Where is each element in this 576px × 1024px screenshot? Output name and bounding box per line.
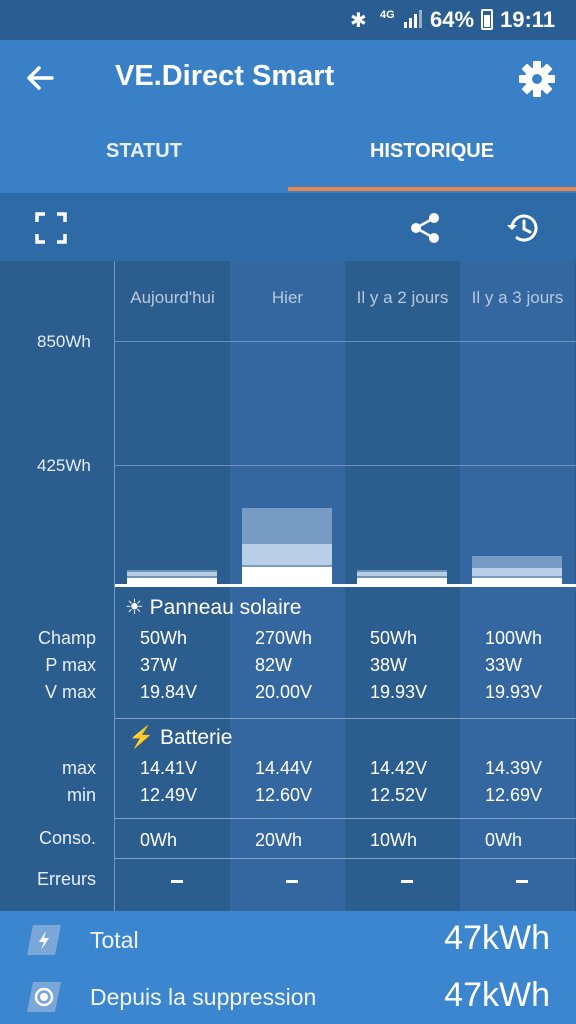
y-tick-label: 850Wh (37, 332, 91, 351)
gridline (115, 341, 576, 342)
cell-champ-today: 50Wh (140, 628, 188, 648)
row-label-max: max (61, 758, 96, 778)
cell-pmax-3-days: 33W (485, 655, 523, 675)
status-bar: ✱ 4G 64% 19:11 (0, 0, 576, 40)
row-label-vmax: V max (44, 682, 96, 702)
lightning-icon: ⚡ (128, 726, 155, 749)
page-title: VE.Direct Smart (115, 60, 335, 92)
cell-conso-yesterday: 20Wh (255, 830, 303, 850)
history-panel: Aujourd'hui Hier Il y a 2 jours Il y a 3… (0, 261, 576, 911)
cell-vmax-3-days: 19.93V (485, 682, 543, 702)
chart-bar-segment (472, 568, 562, 576)
network-type: 4G (380, 9, 395, 21)
total-value: 47kWh (444, 919, 550, 957)
since-deletion-value: 47kWh (444, 976, 550, 1014)
divider (115, 818, 576, 819)
cell-conso-today: 0Wh (140, 830, 178, 850)
target-icon (27, 982, 61, 1012)
cell-max-2-days: 14.42V (370, 758, 428, 778)
cell-max-yesterday: 14.44V (255, 758, 313, 778)
totals-footer: Total 47kWh Depuis la suppression 47kWh (0, 911, 576, 1024)
cell-pmax-yesterday: 82W (255, 655, 293, 675)
tab-historique[interactable]: HISTORIQUE (288, 140, 576, 163)
cell-champ-3-days: 100Wh (485, 628, 543, 648)
column-header-2-days[interactable]: Il y a 2 jours (345, 288, 460, 308)
sun-icon: ☀ (125, 596, 144, 619)
bluetooth-icon: ✱ (350, 10, 367, 32)
error-dash-today (171, 880, 183, 883)
battery-icon (481, 9, 493, 30)
divider (115, 858, 576, 859)
fullscreen-icon[interactable] (34, 211, 68, 245)
chart-bar-segment (357, 572, 447, 576)
cell-min-3-days: 12.69V (485, 785, 543, 805)
error-dash-yesterday (286, 880, 298, 883)
divider (115, 718, 576, 719)
column-header-3-days[interactable]: Il y a 3 jours (460, 288, 575, 308)
lightning-icon (27, 925, 61, 955)
row-label-min: min (66, 785, 96, 805)
cell-conso-3-days: 0Wh (485, 830, 523, 850)
battery-section-header: ⚡ Batterie (128, 726, 232, 750)
gridline (115, 465, 576, 466)
cell-pmax-today: 37W (140, 655, 178, 675)
tab-statut[interactable]: STATUT (0, 140, 288, 163)
app-bar: VE.Direct Smart STATUT HISTORIQUE (0, 40, 576, 193)
cell-pmax-2-days: 38W (370, 655, 408, 675)
gear-icon[interactable] (516, 58, 558, 100)
cell-max-today: 14.41V (140, 758, 198, 778)
cell-champ-2-days: 50Wh (370, 628, 418, 648)
battery-title: Batterie (160, 726, 233, 749)
solar-title: Panneau solaire (149, 596, 302, 619)
history-icon[interactable] (506, 211, 540, 245)
cell-vmax-today: 19.84V (140, 682, 198, 702)
row-label-pmax: P max (45, 655, 96, 675)
cell-vmax-yesterday: 20.00V (255, 682, 313, 702)
share-icon[interactable] (408, 211, 442, 245)
history-toolbar (0, 193, 576, 261)
cell-champ-yesterday: 270Wh (255, 628, 313, 648)
cell-conso-2-days: 10Wh (370, 830, 418, 850)
total-label: Total (90, 927, 139, 953)
row-label-champ: Champ (37, 628, 96, 648)
column-header-today[interactable]: Aujourd'hui (115, 288, 230, 308)
signal-icon (404, 10, 422, 28)
back-arrow-icon[interactable] (20, 58, 60, 98)
cell-max-3-days: 14.39V (485, 758, 543, 778)
cell-min-today: 12.49V (140, 785, 198, 805)
column-header-yesterday[interactable]: Hier (230, 288, 345, 308)
error-dash-3-days (516, 880, 528, 883)
row-label-conso: Conso. (38, 828, 96, 848)
solar-section-header: ☀ Panneau solaire (125, 595, 301, 620)
y-tick-label: 425Wh (37, 456, 91, 475)
battery-percent: 64% (430, 7, 475, 32)
chart-bar-segment (127, 572, 217, 576)
chart-bar-segment (242, 544, 332, 566)
active-tab-indicator (288, 187, 576, 191)
cell-min-yesterday: 12.60V (255, 785, 313, 805)
since-deletion-label: Depuis la suppression (90, 984, 317, 1010)
error-dash-2-days (401, 880, 413, 883)
cell-min-2-days: 12.52V (370, 785, 428, 805)
chart-bar-segment (242, 567, 332, 584)
row-label-erreurs: Erreurs (36, 869, 96, 889)
cell-vmax-2-days: 19.93V (370, 682, 428, 702)
clock: 19:11 (500, 7, 556, 32)
chart-baseline (115, 584, 576, 587)
